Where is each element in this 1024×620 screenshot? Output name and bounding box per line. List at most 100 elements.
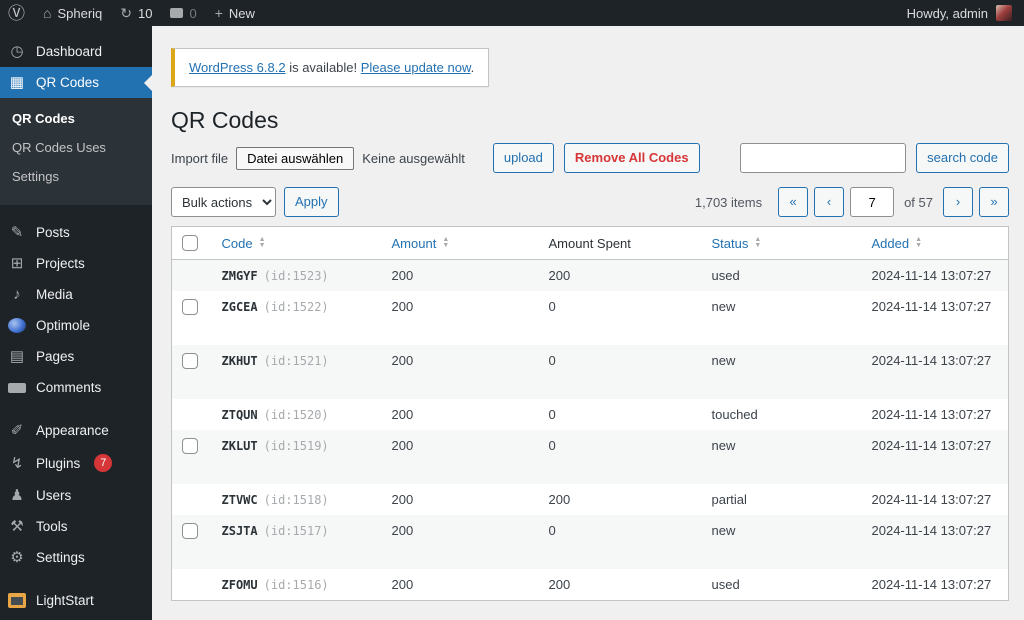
sidebar-item-label: Appearance: [36, 423, 109, 438]
wordpress-version-link[interactable]: WordPress 6.8.2: [189, 60, 286, 75]
amount-spent-cell: 0: [548, 353, 556, 368]
submenu-item-qr-codes[interactable]: QR Codes: [0, 104, 152, 133]
row-checkbox[interactable]: [182, 523, 198, 539]
prev-page-button[interactable]: ‹: [814, 187, 845, 217]
code-id: (id:1520): [263, 408, 329, 422]
sidebar-item-label: LightStart: [36, 593, 94, 608]
code-id: (id:1519): [263, 439, 329, 453]
sort-link[interactable]: Code ▲ ▼: [222, 236, 266, 251]
comments-bubble-icon: [170, 8, 184, 18]
qr-codes-submenu: QR Codes QR Codes Uses Settings: [0, 98, 152, 205]
user-avatar[interactable]: [996, 5, 1012, 21]
column-header-status: Status ▲ ▼: [701, 226, 862, 260]
sidebar-item-plugins[interactable]: ↯ Plugins 7: [0, 446, 152, 480]
last-page-button[interactable]: »: [979, 187, 1009, 217]
amount-cell: 200: [391, 407, 414, 422]
select-all-checkbox[interactable]: [182, 235, 198, 251]
amount-spent-cell: 0: [548, 438, 556, 453]
sidebar-item-comments[interactable]: Comments: [0, 372, 152, 403]
table-row: ZFOMU (id:1516) 200 200 used 2024-11-14 13:07…: [172, 569, 1009, 601]
howdy-account-link[interactable]: Howdy, admin: [907, 6, 988, 21]
added-cell: 2024-11-14 13:07:27: [871, 407, 992, 422]
table-row: ZKLUT (id:1519) 200 0 new 2024-11-14 13:07:27: [171, 430, 1009, 484]
code-id: (id:1521): [263, 354, 329, 368]
upload-button[interactable]: upload: [492, 143, 554, 173]
table-header-row: Code ▲ ▼ Amount ▲ ▼ Amount Spent Status ▲ ▼ Added ▲…: [171, 226, 1009, 260]
site-name-link[interactable]: ⌂ Spheriq: [43, 6, 102, 21]
import-search-row: Import file Datei auswählen Keine ausgew…: [171, 143, 1009, 173]
submenu-item-qr-codes-uses[interactable]: QR Codes Uses: [0, 133, 152, 162]
row-checkbox[interactable]: [182, 299, 198, 315]
code-value: ZSJTA: [221, 524, 258, 538]
code-cell: ZSJTA (id:1517): [212, 515, 382, 569]
sidebar-item-pages[interactable]: ▤ Pages: [0, 341, 152, 372]
code-value: ZGCEA: [221, 300, 258, 314]
update-now-link[interactable]: Please update now: [361, 60, 471, 75]
users-icon: ♟: [10, 487, 24, 504]
menu-separator: [0, 205, 152, 217]
page-title: QR Codes: [171, 107, 279, 133]
code-value: ZKLUT: [221, 439, 258, 453]
search-input[interactable]: [740, 143, 907, 173]
sidebar-item-appearance[interactable]: ✐ Appearance: [0, 415, 152, 446]
updates-link[interactable]: ↻ 10: [120, 6, 152, 21]
new-content-link[interactable]: + New: [215, 6, 255, 21]
choose-file-button[interactable]: Datei auswählen: [236, 146, 355, 170]
status-cell: used: [711, 577, 740, 592]
added-cell: 2024-11-14 13:07:27: [871, 353, 992, 368]
bulk-actions-select[interactable]: Bulk actions: [171, 187, 276, 217]
sidebar-item-dashboard[interactable]: ◷ Dashboard: [0, 36, 152, 67]
pages-icon: ▤: [9, 348, 25, 365]
sidebar-item-media[interactable]: ♪ Media: [0, 279, 152, 310]
row-select-cell: [172, 569, 212, 601]
next-page-button[interactable]: ›: [943, 187, 973, 217]
submenu-item-settings[interactable]: Settings: [0, 162, 152, 191]
sidebar-item-tools[interactable]: ⚒ Tools: [0, 511, 152, 542]
sidebar-item-users[interactable]: ♟ Users: [0, 480, 152, 511]
sidebar-item-label: Optimole: [36, 318, 91, 333]
code-cell: ZMGYF (id:1523): [212, 260, 382, 292]
active-menu-arrow: [144, 74, 152, 91]
sidebar-item-label: QR Codes: [36, 75, 100, 90]
sidebar-item-posts[interactable]: ✎ Posts: [0, 217, 152, 248]
apply-button[interactable]: Apply: [284, 187, 339, 217]
table-row: ZGCEA (id:1522) 200 0 new 2024-11-14 13:07:27: [172, 291, 1009, 345]
lightstart-icon: [8, 593, 26, 608]
appearance-icon: ✐: [10, 422, 24, 439]
sidebar-item-label: Tools: [36, 519, 68, 534]
sidebar-item-settings[interactable]: ⚙ Settings: [0, 542, 152, 573]
sidebar-item-qr-codes[interactable]: ▦ QR Codes: [0, 67, 152, 98]
first-page-button[interactable]: «: [778, 187, 809, 217]
added-cell: 2024-11-14 13:07:27: [871, 299, 992, 314]
row-checkbox[interactable]: [182, 438, 198, 454]
code-value: ZFOMU: [221, 578, 258, 592]
sidebar-item-projects[interactable]: ⊞ Projects: [0, 248, 152, 279]
sidebar-item-optimole[interactable]: Optimole: [0, 310, 152, 341]
row-checkbox[interactable]: [182, 353, 198, 369]
sidebar-item-lightstart[interactable]: LightStart: [0, 585, 152, 616]
wordpress-logo-menu[interactable]: Ⓥ: [8, 5, 25, 22]
current-page-input[interactable]: [850, 187, 895, 217]
code-cell: ZTQUN (id:1520): [212, 399, 382, 430]
notice-suffix: .: [470, 60, 475, 75]
menu-separator: [0, 573, 152, 585]
wordpress-logo-icon: Ⓥ: [8, 3, 25, 23]
code-value: ZTVWC: [221, 493, 258, 507]
sort-link[interactable]: Amount ▲ ▼: [392, 236, 450, 251]
table-row: ZTQUN (id:1520) 200 0 touched 2024-11-14 13:0…: [172, 399, 1009, 430]
sidebar-item-label: Posts: [36, 225, 70, 240]
sidebar-item-label: Users: [36, 488, 72, 503]
settings-icon: ⚙: [10, 549, 24, 566]
column-header-amount-spent: Amount Spent: [538, 226, 702, 260]
code-id: (id:1517): [263, 524, 329, 538]
remove-all-codes-button[interactable]: Remove All Codes: [563, 143, 700, 173]
amount-spent-cell: 0: [548, 407, 556, 422]
search-code-button[interactable]: search code: [916, 143, 1009, 173]
sort-link[interactable]: Status ▲ ▼: [712, 236, 762, 251]
table-row: ZKHUT (id:1521) 200 0 new 2024-11-14 13:07:27: [171, 345, 1009, 399]
code-id: (id:1522): [263, 300, 329, 314]
row-select-cell: [172, 515, 212, 569]
comments-link[interactable]: 0: [170, 6, 197, 21]
amount-spent-cell: 200: [548, 492, 571, 507]
sort-link[interactable]: Added ▲ ▼: [872, 236, 923, 251]
